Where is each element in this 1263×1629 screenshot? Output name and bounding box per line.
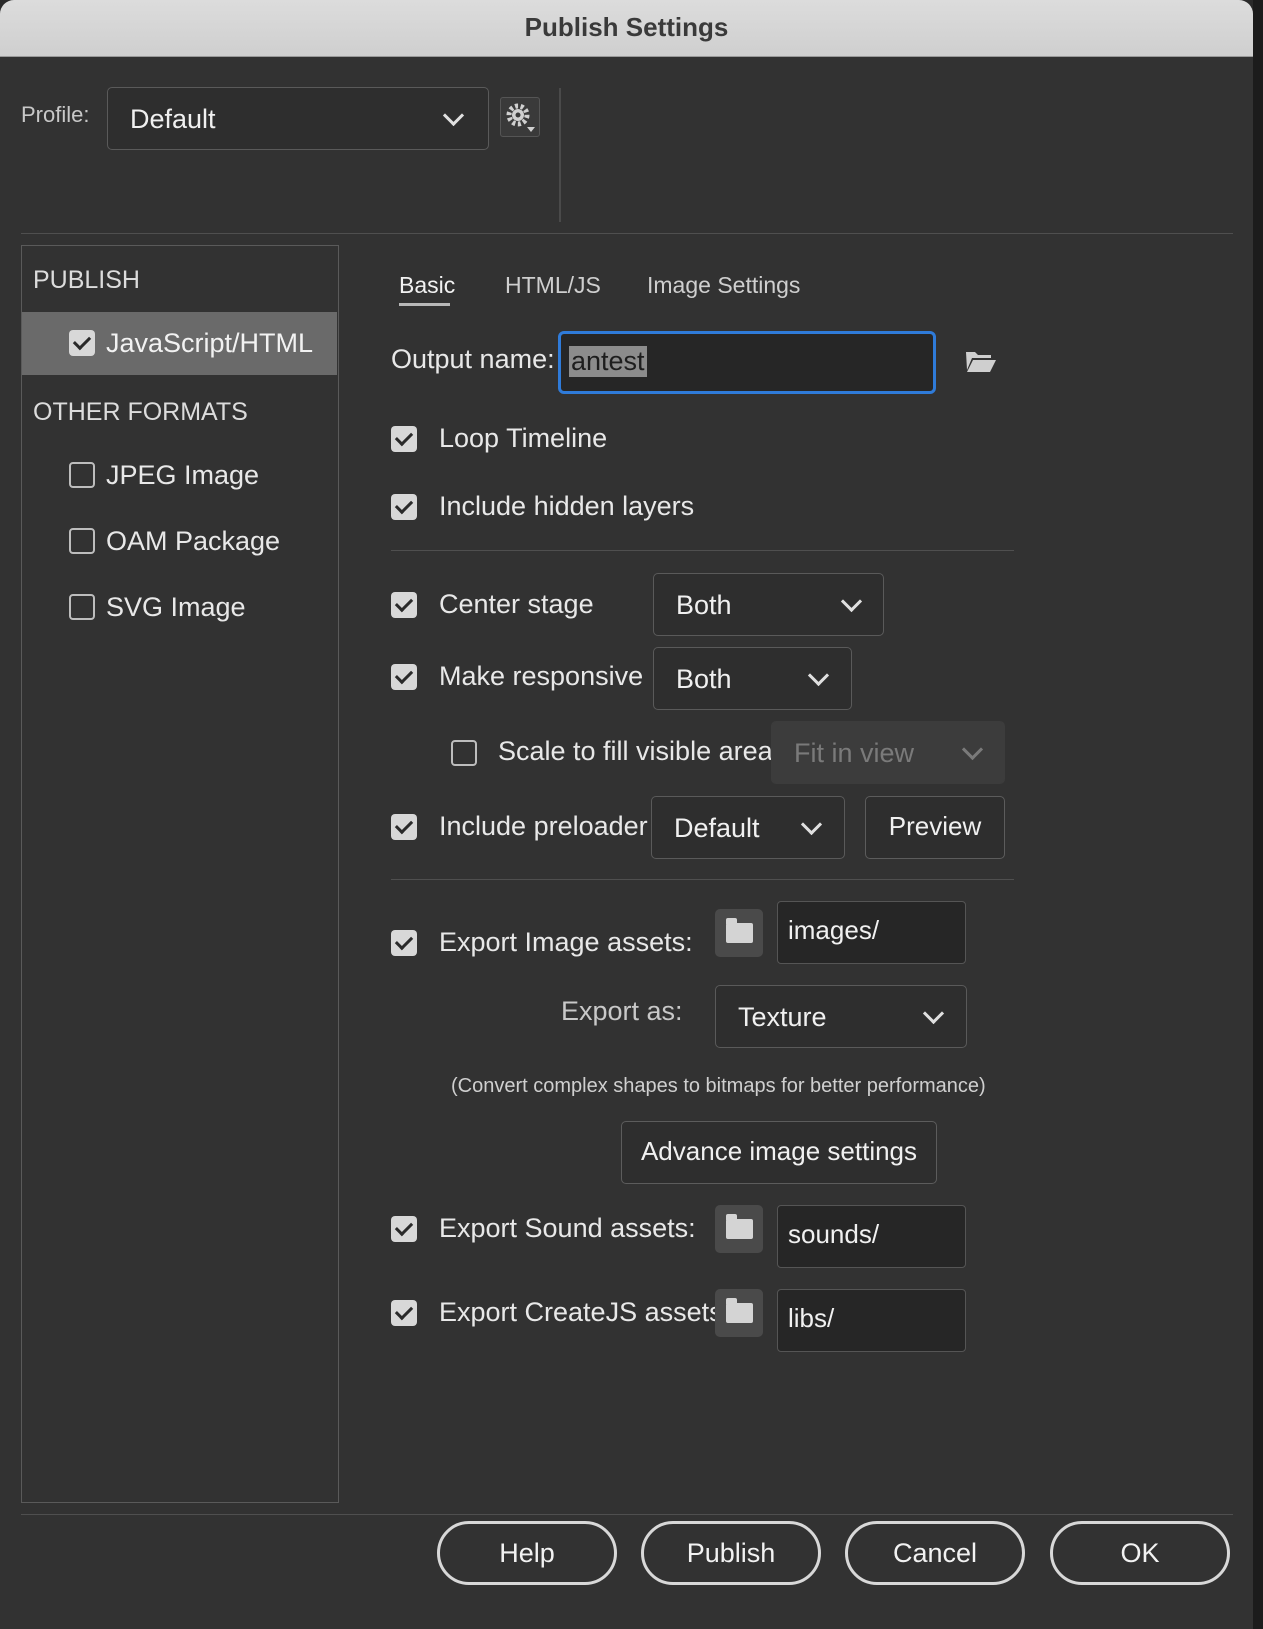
make-responsive-select[interactable]: Both xyxy=(653,647,852,710)
tab-html-js[interactable]: HTML/JS xyxy=(505,272,601,299)
export-createjs-assets-checkbox[interactable] xyxy=(391,1300,417,1326)
export-image-assets-label: Export Image assets: xyxy=(439,927,693,957)
other-formats-header: OTHER FORMATS xyxy=(33,398,248,426)
export-as-select[interactable]: Texture xyxy=(715,985,967,1048)
center-stage-value: Both xyxy=(676,590,732,620)
folder-icon xyxy=(726,1298,753,1323)
sound-assets-folder-button[interactable] xyxy=(715,1205,763,1253)
createjs-assets-folder-button[interactable] xyxy=(715,1289,763,1337)
svg-image-checkbox[interactable] xyxy=(69,594,95,620)
title-bar: Publish Settings xyxy=(0,0,1253,57)
sidebar-item-label: JPEG Image xyxy=(106,460,260,490)
sidebar-item-label: OAM Package xyxy=(106,526,281,556)
make-responsive-value: Both xyxy=(676,664,732,694)
convert-note: (Convert complex shapes to bitmaps for b… xyxy=(451,1075,986,1097)
section-separator xyxy=(391,550,1014,551)
chevron-down-icon xyxy=(961,738,984,761)
sound-assets-path-input[interactable]: sounds/ xyxy=(777,1205,966,1268)
center-stage-label: Center stage xyxy=(439,589,594,619)
center-stage-checkbox[interactable] xyxy=(391,592,417,618)
include-preloader-checkbox[interactable] xyxy=(391,814,417,840)
window-title: Publish Settings xyxy=(524,12,729,42)
sidebar-item-oam-package[interactable]: OAM Package xyxy=(22,514,337,566)
output-name-input[interactable]: antest xyxy=(558,331,936,394)
profile-divider xyxy=(559,88,561,222)
make-responsive-checkbox[interactable] xyxy=(391,664,417,690)
chevron-down-icon xyxy=(800,813,823,836)
cancel-button[interactable]: Cancel xyxy=(845,1521,1025,1585)
include-preloader-label: Include preloader xyxy=(439,811,648,841)
image-assets-path-input[interactable]: images/ xyxy=(777,901,966,964)
chevron-down-icon xyxy=(840,590,863,613)
scale-to-fill-value: Fit in view xyxy=(794,738,915,768)
chevron-down-icon xyxy=(922,1002,945,1025)
folder-icon xyxy=(726,918,753,943)
scale-to-fill-select: Fit in view xyxy=(771,721,1005,784)
publish-button[interactable]: Publish xyxy=(641,1521,821,1585)
profile-value: Default xyxy=(130,104,216,134)
export-sound-assets-label: Export Sound assets: xyxy=(439,1213,696,1243)
export-image-assets-checkbox[interactable] xyxy=(391,930,417,956)
top-separator xyxy=(21,233,1233,234)
footer-separator xyxy=(21,1514,1233,1515)
scale-to-fill-label: Scale to fill visible area xyxy=(498,736,773,766)
chevron-down-icon xyxy=(442,104,465,127)
export-sound-assets-checkbox[interactable] xyxy=(391,1216,417,1242)
jpeg-image-checkbox[interactable] xyxy=(69,462,95,488)
tab-image-settings[interactable]: Image Settings xyxy=(647,272,800,299)
profile-label: Profile: xyxy=(21,102,90,127)
publish-header: PUBLISH xyxy=(33,266,140,294)
active-tab-indicator xyxy=(399,303,450,306)
help-button[interactable]: Help xyxy=(437,1521,617,1585)
output-name-label: Output name: xyxy=(391,344,555,374)
advance-image-settings-button[interactable]: Advance image settings xyxy=(621,1121,937,1184)
profile-select[interactable]: Default xyxy=(107,87,489,150)
sidebar-item-label: SVG Image xyxy=(106,592,246,622)
include-hidden-layers-checkbox[interactable] xyxy=(391,494,417,520)
chevron-down-icon xyxy=(807,664,830,687)
sidebar-item-jpeg-image[interactable]: JPEG Image xyxy=(22,448,337,500)
sidebar-item-svg-image[interactable]: SVG Image xyxy=(22,580,337,632)
folder-icon xyxy=(726,1214,753,1239)
output-name-value: antest xyxy=(569,346,647,377)
format-sidebar: PUBLISH JavaScript/HTML OTHER FORMATS JP… xyxy=(21,245,339,1503)
section-separator xyxy=(391,879,1014,880)
loop-timeline-checkbox[interactable] xyxy=(391,426,417,452)
ok-button[interactable]: OK xyxy=(1050,1521,1230,1585)
javascript-html-checkbox[interactable] xyxy=(69,330,95,356)
export-createjs-assets-label: Export CreateJS assets: xyxy=(439,1297,731,1327)
createjs-assets-path-input[interactable]: libs/ xyxy=(777,1289,966,1352)
loop-timeline-label: Loop Timeline xyxy=(439,423,608,453)
export-as-label: Export as: xyxy=(561,996,683,1026)
profile-options-button[interactable] xyxy=(500,97,540,137)
folder-open-icon[interactable] xyxy=(965,348,997,374)
oam-package-checkbox[interactable] xyxy=(69,528,95,554)
publish-settings-dialog: Publish Settings Profile: Default PUBLIS… xyxy=(0,0,1253,1629)
preloader-value: Default xyxy=(674,813,760,843)
gear-icon xyxy=(506,103,535,132)
image-assets-folder-button[interactable] xyxy=(715,909,763,957)
export-as-value: Texture xyxy=(738,1002,827,1032)
window-edge xyxy=(1253,0,1263,1629)
preview-button[interactable]: Preview xyxy=(865,796,1005,859)
tab-basic[interactable]: Basic xyxy=(399,272,455,299)
include-hidden-layers-label: Include hidden layers xyxy=(439,491,695,521)
preloader-select[interactable]: Default xyxy=(651,796,845,859)
scale-to-fill-checkbox[interactable] xyxy=(451,740,477,766)
center-stage-select[interactable]: Both xyxy=(653,573,884,636)
make-responsive-label: Make responsive xyxy=(439,661,644,691)
sidebar-item-label: JavaScript/HTML xyxy=(106,328,314,358)
sidebar-item-javascript-html[interactable]: JavaScript/HTML xyxy=(22,312,337,375)
